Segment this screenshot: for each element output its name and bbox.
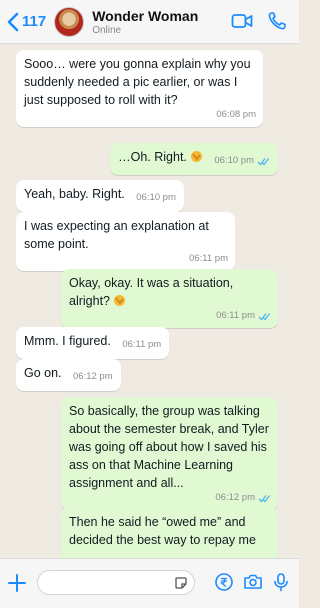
message-incoming[interactable]: Yeah, baby. Right. 06:10 pm	[16, 180, 184, 212]
read-receipt-icon	[257, 157, 270, 165]
message-text: Mmm. I figured.	[24, 334, 111, 348]
message-time: 06:10 pm	[214, 155, 254, 166]
message-incoming[interactable]: Sooo… were you gonna explain why you sud…	[16, 50, 263, 127]
plus-icon[interactable]	[8, 574, 26, 592]
message-outgoing[interactable]: …Oh. Right. 06:10 pm	[110, 143, 278, 175]
microphone-icon[interactable]	[271, 572, 291, 592]
message-outgoing[interactable]: So basically, the group was talking abou…	[61, 397, 278, 510]
message-incoming[interactable]: I was expecting an explanation at some p…	[16, 212, 235, 271]
message-text: Sooo… were you gonna explain why you sud…	[24, 57, 255, 107]
message-time: 06:11 pm	[122, 339, 162, 350]
message-time: 06:12 pm	[73, 371, 113, 382]
message-time: 06:10 pm	[136, 192, 176, 203]
contact-info[interactable]: Wonder Woman Online	[92, 8, 198, 36]
phone-call-icon[interactable]	[267, 11, 289, 31]
camera-icon[interactable]	[243, 572, 263, 592]
message-input[interactable]	[37, 570, 195, 595]
video-call-icon[interactable]	[231, 11, 253, 31]
contact-name: Wonder Woman	[92, 7, 199, 24]
message-outgoing[interactable]: Okay, okay. It was a situation, alright?…	[61, 269, 278, 328]
sticker-icon[interactable]	[174, 576, 188, 590]
chat-header: 117 Wonder Woman Online	[0, 0, 299, 44]
message-time: 06:11 pm	[189, 253, 228, 264]
message-text: …Oh. Right.	[118, 150, 187, 164]
back-button[interactable]: 117	[6, 12, 46, 32]
message-incoming[interactable]: Mmm. I figured. 06:11 pm	[16, 327, 170, 359]
chevron-left-icon	[7, 12, 19, 31]
message-text: Yeah, baby. Right.	[24, 187, 125, 201]
message-text: So basically, the group was talking abou…	[69, 404, 273, 490]
message-list[interactable]: Sooo… were you gonna explain why you sud…	[0, 44, 299, 558]
message-text: I was expecting an explanation at some p…	[24, 219, 213, 251]
message-time: 06:08 pm	[216, 109, 256, 120]
message-composer	[0, 558, 299, 608]
rupee-payment-icon[interactable]	[214, 572, 234, 592]
contact-status: Online	[92, 24, 122, 36]
message-text: Then he said he “owed me” and decided th…	[69, 515, 256, 547]
message-incoming[interactable]: Go on. 06:12 pm	[16, 359, 121, 391]
message-text: Go on.	[24, 366, 62, 380]
face-palm-emoji-icon	[114, 295, 125, 306]
message-time: 06:11 pm	[216, 310, 255, 321]
message-time: 06:12 pm	[215, 492, 255, 503]
avatar[interactable]	[54, 6, 85, 37]
message-outgoing[interactable]: Then he said he “owed me” and decided th…	[61, 508, 278, 558]
unread-count: 117	[22, 13, 47, 30]
read-receipt-icon	[258, 494, 271, 502]
message-text: Okay, okay. It was a situation, alright?	[69, 276, 237, 308]
read-receipt-icon	[258, 312, 271, 320]
face-palm-emoji-icon	[190, 151, 202, 162]
